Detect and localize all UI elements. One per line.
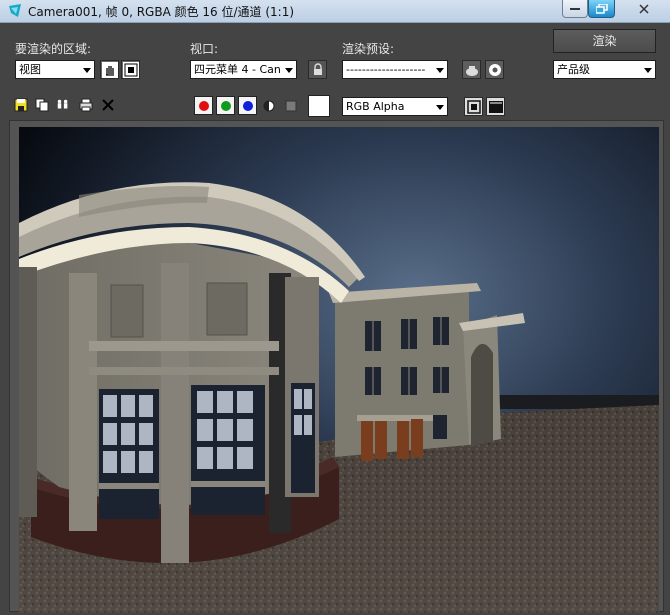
teapot-icon (466, 66, 478, 76)
title-bar: Camera001, 帧 0, RGBA 颜色 16 位/通道 (1:1) (0, 0, 670, 23)
hand-icon (102, 62, 118, 78)
close-icon (639, 3, 649, 14)
viewport-value: 四元菜单 4 - Can (194, 63, 281, 76)
region-icon (123, 62, 139, 78)
chevron-down-icon (436, 68, 444, 73)
chevron-down-icon (285, 68, 293, 73)
area-label: 要渲染的区域: (15, 42, 92, 56)
viewport-dropdown[interactable]: 四元菜单 4 - Can (190, 60, 297, 79)
blue-dot-icon (243, 101, 253, 111)
green-channel-button[interactable] (216, 96, 235, 115)
window-title: Camera001, 帧 0, RGBA 颜色 16 位/通道 (1:1) (28, 5, 295, 19)
rendered-image (19, 127, 659, 613)
edit-region-button[interactable] (100, 60, 119, 79)
render-setup-button[interactable] (485, 60, 504, 79)
render-scene (19, 127, 659, 613)
restore-icon (595, 3, 608, 14)
chevron-down-icon (644, 68, 652, 73)
quality-dropdown[interactable]: 产品级 (553, 60, 656, 79)
area-value: 视图 (19, 63, 41, 76)
channel-value: RGB Alpha (346, 100, 405, 113)
print-icon[interactable] (79, 98, 93, 112)
minimize-button[interactable] (562, 0, 588, 18)
mono-icon[interactable] (284, 99, 298, 113)
lock-icon (314, 63, 322, 75)
toggle-ui-button[interactable] (486, 97, 505, 116)
setup-icon (489, 64, 501, 76)
app-icon (9, 4, 21, 17)
channel-dropdown[interactable]: RGB Alpha (342, 97, 448, 116)
green-dot-icon (221, 101, 231, 111)
lock-viewport-button[interactable] (308, 60, 327, 79)
toggle-ui-overlay-button[interactable] (464, 97, 483, 116)
close-button[interactable] (622, 0, 666, 18)
chevron-down-icon (83, 68, 91, 73)
preset-dropdown[interactable]: -------------------- (342, 60, 448, 79)
environment-button[interactable] (462, 60, 481, 79)
render-button[interactable]: 渲染 (553, 29, 656, 53)
window-icon (489, 101, 503, 113)
blue-channel-button[interactable] (238, 96, 257, 115)
auto-region-button[interactable] (121, 60, 140, 79)
clear-icon[interactable] (101, 98, 115, 112)
save-image-icon[interactable] (14, 98, 28, 112)
overlay-icon (467, 100, 481, 114)
maximize-button[interactable] (588, 0, 615, 18)
quality-value: 产品级 (557, 63, 590, 76)
alpha-channel-icon[interactable] (262, 99, 276, 113)
area-dropdown[interactable]: 视图 (15, 60, 95, 79)
clone-window-icon[interactable] (56, 98, 70, 112)
minimize-icon (570, 7, 580, 10)
color-swatch[interactable] (308, 95, 330, 117)
copy-image-icon[interactable] (35, 98, 49, 112)
red-dot-icon (199, 101, 209, 111)
chevron-down-icon (436, 105, 444, 110)
viewport-label: 视口: (190, 42, 219, 56)
preset-label: 渲染预设: (342, 42, 395, 56)
preset-value: -------------------- (346, 63, 426, 76)
red-channel-button[interactable] (194, 96, 213, 115)
